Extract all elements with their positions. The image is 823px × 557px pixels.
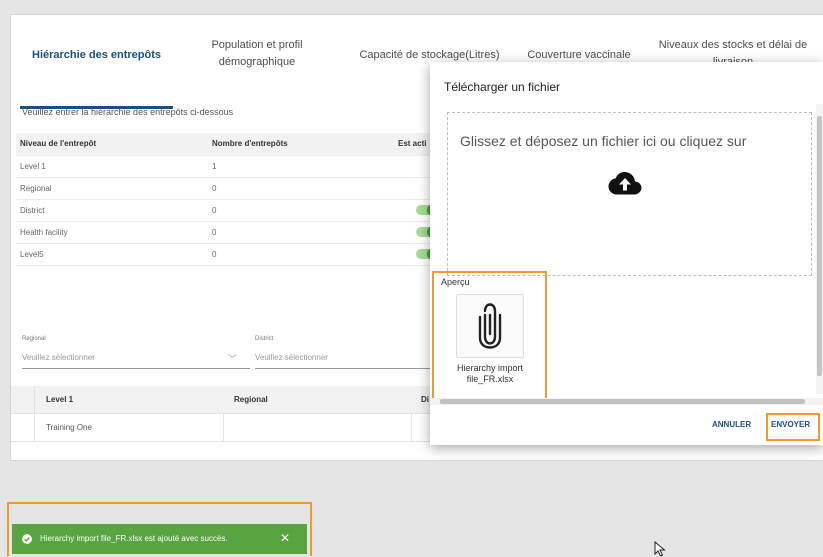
upload-dialog: Télécharger un fichier Glissez et dépose… [430, 62, 823, 445]
table-row: Level5 0 [16, 244, 441, 266]
cell-count: 0 [212, 206, 217, 215]
dialog-title: Télécharger un fichier [444, 80, 561, 94]
toast-message: Hierarchy import file_FR.xlsx est ajouté… [40, 534, 228, 543]
table-header-row: Level 1 Regional Di [11, 386, 441, 414]
tab-hierarchy[interactable]: Hiérarchie des entrepôts [29, 47, 164, 64]
send-button[interactable]: ENVOYER [771, 420, 810, 429]
cell-level1: Training One [46, 423, 92, 432]
regional-filter-label: Regional [22, 336, 46, 342]
file-preview-card[interactable] [456, 294, 524, 358]
vertical-scrollbar[interactable] [816, 104, 823, 394]
cell-level: Level5 [20, 250, 44, 259]
table-header-row: Niveau de l'entrepôt Nombre d'entrepôts … [16, 133, 441, 156]
cell-level: Health facility [20, 228, 68, 237]
instructions-text: Veuillez entrer la hiérarchie des entrep… [22, 107, 234, 117]
district-select[interactable]: Veuillez sélectionner [255, 353, 328, 362]
district-filter-label: District [255, 336, 274, 342]
table-row: Health facility 0 [16, 222, 441, 244]
cell-count: 0 [212, 184, 217, 193]
regional-select[interactable]: Veuillez sélectionner [22, 353, 95, 362]
column-divider [223, 413, 224, 441]
cell-level: District [20, 206, 45, 215]
cell-level: Regional [20, 184, 52, 193]
header-regional: Regional [234, 395, 268, 404]
cell-count: 0 [212, 228, 217, 237]
table-row: Level 1 1 [16, 156, 441, 178]
preview-label: Aperçu [441, 277, 470, 287]
success-toast: Hierarchy import file_FR.xlsx est ajouté… [12, 524, 307, 554]
header-active: Est acti [398, 139, 427, 148]
header-count: Nombre d'entrepôts [212, 139, 288, 148]
file-name: Hierarchy import file_FR.xlsx [456, 363, 523, 384]
close-icon[interactable]: ✕ [280, 531, 290, 545]
tab-population[interactable]: Population et profil démographique [192, 37, 322, 71]
header-district: Di [421, 395, 429, 404]
dropzone-text: Glissez et déposez un fichier ici ou cli… [460, 133, 747, 149]
check-circle-icon [22, 534, 32, 544]
hierarchy-table: Niveau de l'entrepôt Nombre d'entrepôts … [16, 133, 441, 266]
cell-count: 0 [212, 250, 217, 259]
header-level: Niveau de l'entrepôt [20, 139, 97, 148]
chevron-down-icon[interactable]: ﹀ [228, 352, 237, 365]
cell-level: Level 1 [20, 162, 46, 171]
file-dropzone[interactable]: Glissez et déposez un fichier ici ou cli… [447, 112, 812, 276]
selection-table: Level 1 Regional Di Training One [11, 386, 441, 442]
column-divider [411, 413, 412, 441]
header-level1: Level 1 [46, 395, 74, 404]
scrollbar-thumb[interactable] [817, 116, 822, 376]
paperclip-icon [478, 303, 502, 349]
mouse-cursor-icon [654, 541, 666, 557]
cell-count: 1 [212, 162, 217, 171]
table-row: District 0 [16, 200, 441, 222]
horizontal-scrollbar[interactable] [430, 398, 823, 405]
scrollbar-thumb[interactable] [440, 399, 805, 404]
cancel-button[interactable]: ANNULER [712, 420, 751, 429]
column-divider [34, 386, 35, 441]
table-row: Regional 0 [16, 178, 441, 200]
cloud-upload-icon [608, 172, 642, 195]
regional-underline [22, 368, 250, 369]
district-underline [255, 368, 431, 369]
table-row: Training One [11, 414, 441, 442]
